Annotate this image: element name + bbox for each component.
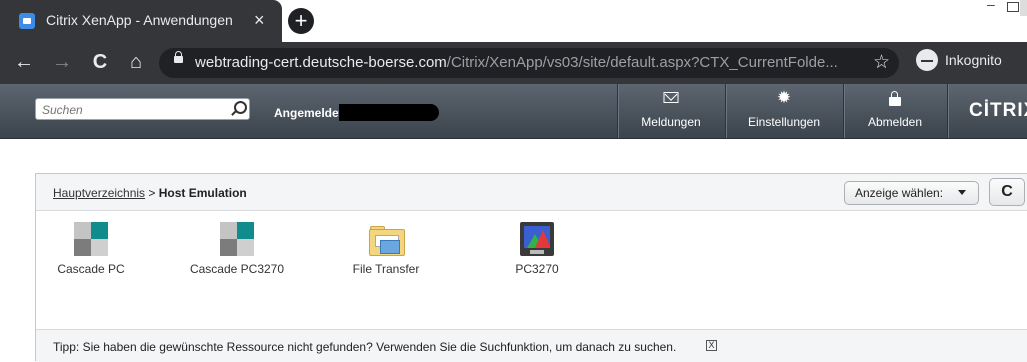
settings-button[interactable]: ✹ Einstellungen — [726, 84, 842, 138]
refresh-button[interactable]: C — [989, 178, 1025, 206]
citrix-favicon-icon — [19, 13, 35, 29]
reload-icon[interactable]: C — [88, 50, 112, 74]
messages-label: Meldungen — [641, 115, 701, 129]
lock-icon[interactable] — [174, 51, 183, 63]
incognito-indicator[interactable]: Inkognito — [913, 47, 1018, 77]
redacted-username — [339, 104, 439, 121]
folder-icon — [369, 226, 405, 256]
app-label: Cascade PC — [57, 262, 125, 276]
home-icon[interactable]: ⌂ — [124, 50, 148, 74]
bookmark-star-icon[interactable]: ☆ — [873, 51, 890, 74]
app-label: Cascade PC3270 — [189, 262, 285, 276]
tab-title: Citrix XenApp - Anwendungen — [46, 12, 233, 28]
cascade-icon — [74, 222, 108, 256]
close-icon[interactable]: X — [706, 340, 717, 351]
chevron-down-icon — [958, 190, 966, 195]
search-box[interactable] — [35, 98, 250, 120]
search-icon[interactable] — [234, 101, 247, 114]
close-tab-icon[interactable]: × — [254, 9, 265, 31]
address-bar[interactable]: webtrading-cert.deutsche-boerse.com/Citr… — [159, 48, 899, 78]
settings-label: Einstellungen — [747, 115, 821, 129]
app-label: File Transfer — [352, 262, 420, 276]
view-select-button[interactable]: Anzeige wählen: — [844, 181, 979, 205]
back-arrow-icon[interactable]: ← — [12, 50, 36, 74]
incognito-label: Inkognito — [945, 52, 1002, 68]
app-cascade-pc[interactable]: Cascade PC — [31, 220, 151, 280]
citrix-header: Angemeldet als: HO Meldungen ✹ Einstellu… — [0, 84, 1027, 139]
gear-icon: ✹ — [776, 88, 792, 107]
messages-button[interactable]: Meldungen — [618, 84, 724, 138]
maximize-icon[interactable] — [1007, 2, 1019, 12]
search-input[interactable] — [40, 100, 224, 120]
tip-text: Tipp: Sie haben die gewünschte Ressource… — [53, 340, 677, 354]
new-tab-button[interactable]: + — [288, 8, 314, 34]
citrix-logo: CİTRIX — [969, 100, 1027, 121]
apps-panel: Hauptverzeichnis > Host Emulation Anzeig… — [35, 173, 1027, 362]
mail-icon — [663, 92, 679, 103]
header-divider — [947, 84, 948, 138]
incognito-icon — [916, 49, 938, 71]
url-path: /Citrix/XenApp/vs03/site/default.aspx?CT… — [446, 54, 838, 71]
breadcrumb-root-link[interactable]: Hauptverzeichnis — [53, 186, 145, 200]
app-label: PC3270 — [515, 262, 559, 276]
lock-icon — [889, 91, 901, 106]
logout-label: Abmelden — [867, 115, 923, 129]
browser-toolbar: ← → C ⌂ webtrading-cert.deutsche-boerse.… — [0, 42, 1027, 84]
tip-bar: Tipp: Sie haben die gewünschte Ressource… — [36, 329, 1027, 362]
browser-tab[interactable]: Citrix XenApp - Anwendungen × — [0, 0, 282, 42]
logout-button[interactable]: Abmelden — [844, 84, 946, 138]
minimize-icon[interactable]: – — [987, 0, 1001, 14]
cascade-icon — [220, 222, 254, 256]
panel-header: Hauptverzeichnis > Host Emulation Anzeig… — [36, 174, 1027, 211]
breadcrumb-current: Host Emulation — [158, 186, 247, 200]
app-file-transfer[interactable]: File Transfer — [326, 220, 446, 280]
view-select-label: Anzeige wählen: — [855, 186, 944, 200]
breadcrumb: Hauptverzeichnis > Host Emulation — [53, 186, 247, 200]
monitor-icon — [520, 222, 554, 256]
forward-arrow-icon[interactable]: → — [50, 50, 74, 74]
url-host: webtrading-cert.deutsche-boerse.com — [195, 54, 447, 71]
browser-tabstrip: Citrix XenApp - Anwendungen × + – — [0, 0, 1027, 42]
window-edge — [1020, 0, 1027, 16]
app-pc3270[interactable]: PC3270 — [477, 220, 597, 280]
app-cascade-pc3270[interactable]: Cascade PC3270 — [177, 220, 297, 280]
breadcrumb-separator: > — [145, 186, 159, 200]
url-text[interactable]: webtrading-cert.deutsche-boerse.com/Citr… — [195, 54, 838, 71]
